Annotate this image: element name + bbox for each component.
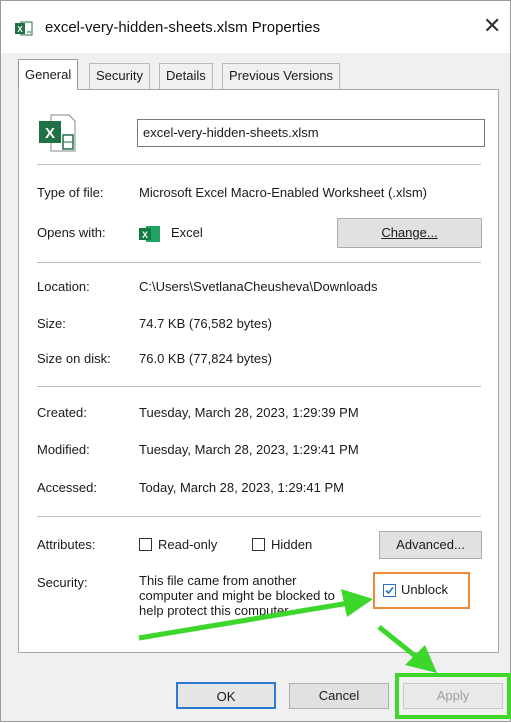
arrow-icon: [138, 589, 373, 641]
annotation-arrows: [138, 589, 437, 673]
properties-dialog: X excel-very-hidden-sheets.xlsm Properti…: [0, 0, 511, 722]
tab-general[interactable]: General: [18, 59, 79, 90]
arrow-icon: [377, 625, 437, 673]
